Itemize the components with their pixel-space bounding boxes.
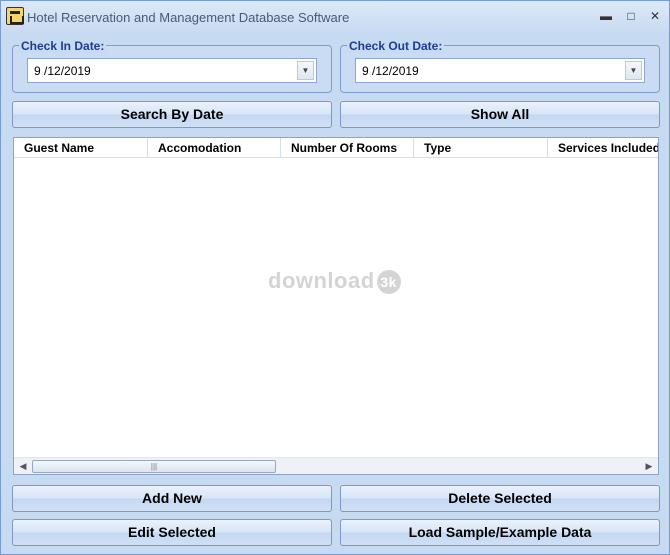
watermark-badge: 3k	[376, 270, 401, 295]
window-title: Hotel Reservation and Management Databas…	[27, 10, 350, 25]
column-header-services-included[interactable]: Services Included	[548, 138, 658, 158]
show-all-button[interactable]: Show All	[340, 101, 660, 128]
chevron-down-icon[interactable]: ▼	[297, 61, 314, 80]
column-header-type[interactable]: Type	[414, 138, 548, 158]
maximize-button[interactable]: □	[618, 5, 644, 27]
check-out-date-picker[interactable]: 9 /12/2019 ▼	[355, 58, 645, 83]
title-bar[interactable]: Hotel Reservation and Management Databas…	[1, 1, 669, 32]
check-in-label: Check In Date:	[19, 39, 107, 53]
check-out-group: Check Out Date: 9 /12/2019 ▼	[340, 39, 660, 93]
load-sample-data-button[interactable]: Load Sample/Example Data	[340, 519, 660, 546]
delete-selected-button[interactable]: Delete Selected	[340, 485, 660, 512]
check-in-date-value[interactable]: 9 /12/2019	[34, 64, 91, 78]
watermark-text: download	[268, 268, 375, 293]
add-new-button[interactable]: Add New	[12, 485, 332, 512]
arrow-left-icon[interactable]: ◀	[15, 459, 31, 474]
arrow-right-icon[interactable]: ▶	[641, 459, 657, 474]
download3k-watermark: download 3k	[268, 268, 401, 295]
minimize-button[interactable]: ▬	[593, 5, 619, 27]
hotel-app-icon[interactable]	[6, 7, 24, 25]
reservations-table[interactable]: Guest Name Accomodation Number Of Rooms …	[13, 137, 659, 475]
check-out-label: Check Out Date:	[347, 39, 445, 53]
table-header: Guest Name Accomodation Number Of Rooms …	[14, 138, 658, 158]
edit-selected-button[interactable]: Edit Selected	[12, 519, 332, 546]
check-out-date-value[interactable]: 9 /12/2019	[362, 64, 419, 78]
check-in-date-picker[interactable]: 9 /12/2019 ▼	[27, 58, 317, 83]
check-in-group: Check In Date: 9 /12/2019 ▼	[12, 39, 332, 93]
column-header-guest-name[interactable]: Guest Name	[14, 138, 148, 158]
horizontal-scrollbar[interactable]: ◀ ||| ▶	[14, 457, 658, 474]
column-header-number-of-rooms[interactable]: Number Of Rooms	[281, 138, 414, 158]
close-button[interactable]: ✕	[642, 5, 668, 27]
scrollbar-thumb[interactable]: |||	[32, 460, 276, 473]
column-header-accomodation[interactable]: Accomodation	[148, 138, 281, 158]
main-window: Hotel Reservation and Management Databas…	[0, 0, 670, 555]
search-by-date-button[interactable]: Search By Date	[12, 101, 332, 128]
chevron-down-icon[interactable]: ▼	[625, 61, 642, 80]
